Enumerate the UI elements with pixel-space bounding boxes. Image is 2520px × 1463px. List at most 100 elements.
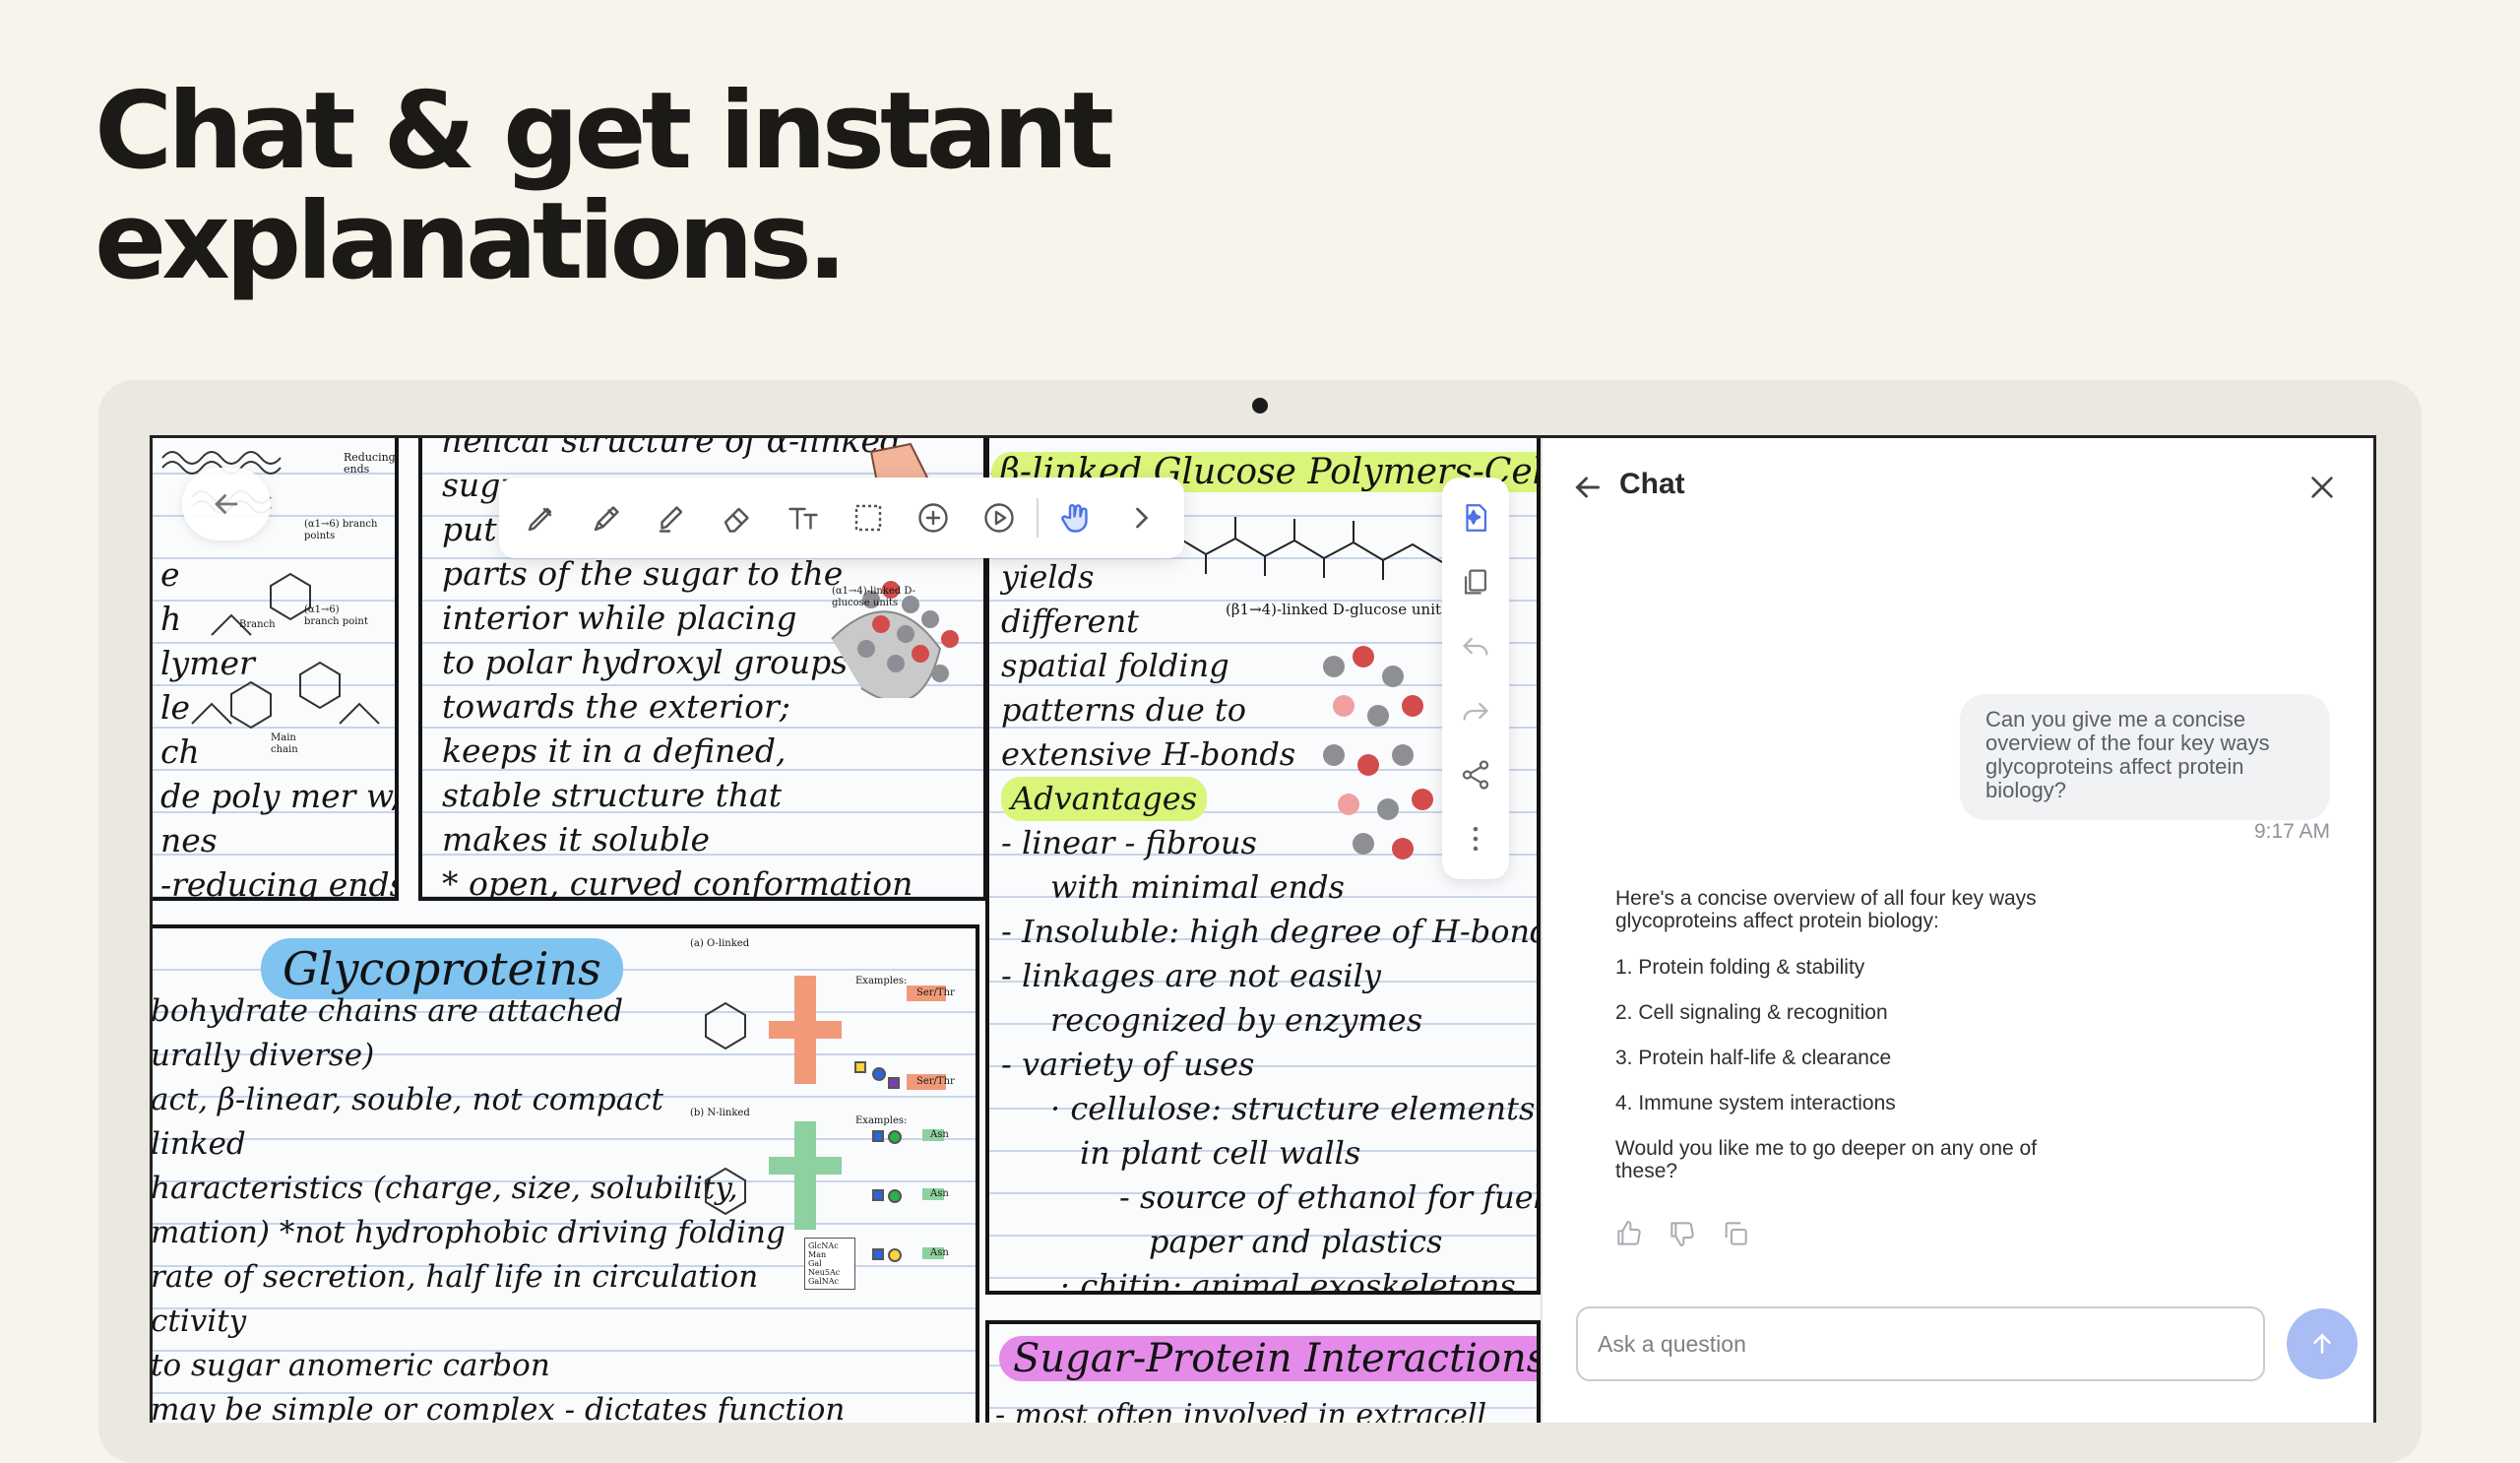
note-line: - most often involved in extracell: [995, 1398, 1487, 1423]
note-line: Advantages: [1001, 777, 1208, 821]
note-line: keeps it in a defined,: [442, 732, 787, 770]
assistant-point: 2. Cell signaling & recognition: [1615, 1001, 1888, 1024]
headline-line-1: Chat & get instant: [94, 70, 1114, 193]
page-actions-rail: [1442, 477, 1509, 879]
note-line: - linkages are not easily: [1001, 957, 1381, 994]
legend-item: Gal: [808, 1259, 822, 1268]
note-text-top-left: e h lymer le ch de poly mer w/ nes -redu…: [160, 552, 399, 897]
note-card-interactions: Sugar-Protein Interactions - most often …: [985, 1320, 1541, 1423]
diagram-label-o-linked: (a) O-linked: [690, 938, 750, 949]
note-line: in plant cell walls: [1080, 1134, 1361, 1172]
headline-line-2: explanations.: [94, 180, 848, 303]
note-line: e: [160, 555, 180, 594]
play-tool-button[interactable]: [972, 490, 1027, 545]
assistant-point: 3. Protein half-life & clearance: [1615, 1047, 1892, 1069]
diagram-label-asn-1: Asn: [930, 1129, 949, 1140]
arrow-left-icon: [215, 494, 238, 514]
diagram-label-reducing-ends: Reducing ends: [344, 451, 396, 476]
pen-icon: [528, 507, 552, 532]
lasso-select-icon: [854, 504, 882, 532]
pencil-tool-button[interactable]: [580, 490, 635, 545]
note-line: makes it soluble: [442, 820, 711, 859]
diagram-label-asn-2: Asn: [930, 1188, 949, 1199]
note-line: to sugar anomeric carbon: [153, 1348, 550, 1383]
note-line: · chitin: animal exoskeletons: [1060, 1267, 1516, 1295]
eraser-icon: [724, 507, 749, 533]
assistant-point: 4. Immune system interactions: [1615, 1092, 1896, 1114]
notes-back-button[interactable]: [182, 468, 271, 541]
assistant-message: Here's a concise overview of all four ke…: [1615, 887, 2088, 1206]
note-line: * open, curved conformation: [442, 864, 914, 901]
note-line: h: [160, 600, 182, 638]
legend-item: Neu5Ac: [808, 1268, 841, 1277]
thumbs-up-icon[interactable]: [1613, 1218, 1645, 1249]
undo-icon[interactable]: [1459, 629, 1492, 663]
ask-question-input[interactable]: [1576, 1306, 2265, 1381]
message-feedback-actions: [1613, 1218, 1751, 1249]
play-circle-icon: [983, 503, 1014, 533]
legend-item: GlcNAc: [808, 1241, 839, 1250]
diagram-label-asn-3: Asn: [930, 1247, 949, 1258]
hand-pointer-icon: [1061, 504, 1089, 533]
camera-dot: [1252, 398, 1268, 413]
eraser-tool-button[interactable]: [710, 490, 765, 545]
note-line: - variety of uses: [1001, 1046, 1255, 1083]
plus-circle-icon: [918, 503, 949, 533]
diagram-label-ser-thr-1: Ser/Thr: [916, 987, 955, 998]
page-headline: Chat & get instant explanations.: [94, 70, 1114, 303]
highlighter-tool-button[interactable]: [645, 490, 700, 545]
note-line: ch: [160, 732, 200, 771]
assistant-intro: Here's a concise overview of all four ke…: [1615, 887, 2037, 932]
ai-document-icon[interactable]: [1459, 501, 1492, 535]
redo-icon[interactable]: [1459, 694, 1492, 728]
drawing-toolbar: [499, 477, 1184, 558]
assistant-followup: Would you like me to go deeper on any on…: [1615, 1137, 2038, 1182]
arrow-left-icon[interactable]: [1570, 470, 1606, 505]
note-line: stable structure that: [442, 776, 783, 814]
note-text-interactions: - most often involved in extracell: [995, 1393, 1486, 1423]
note-line: paper and plastics: [1149, 1223, 1443, 1260]
notes-canvas[interactable]: Reducing ends (α1→6) branch points Branc…: [153, 438, 1541, 1423]
arrow-up-icon: [2313, 1333, 2331, 1354]
copy-icon[interactable]: [1720, 1218, 1751, 1249]
interactions-title: Sugar-Protein Interactions: [999, 1336, 1537, 1381]
diagram-label-branch-points: (α1→6) branch points: [304, 519, 378, 541]
lasso-tool-button[interactable]: [841, 490, 896, 545]
more-vertical-icon[interactable]: [1459, 822, 1492, 856]
thumbs-down-icon[interactable]: [1667, 1218, 1698, 1249]
note-line: - Insoluble: high degree of H-bonds: [1001, 913, 1541, 950]
hand-tool-button[interactable]: [1048, 490, 1103, 545]
message-timestamp: 9:17 AM: [2253, 820, 2330, 843]
pencil-icon: [594, 506, 619, 532]
pen-tool-button[interactable]: [514, 490, 569, 545]
diagram-label-n-linked: (b) N-linked: [690, 1108, 750, 1118]
add-tool-button[interactable]: [906, 490, 961, 545]
chat-panel: Chat Can you give me a concise overview …: [1541, 438, 2373, 1423]
note-line: nes: [160, 821, 218, 859]
diagram-label-ser-thr-2: Ser/Thr: [916, 1076, 955, 1087]
text-icon: [788, 507, 818, 530]
note-line: - source of ethanol for fuel: [1119, 1178, 1541, 1216]
sugar-legend-box: GlcNAc Man Gal Neu5Ac GalNAc: [804, 1238, 855, 1290]
legend-item: GalNAc: [808, 1277, 839, 1286]
note-line: recognized by enzymes: [1050, 1001, 1423, 1039]
note-line: de poly mer w/: [160, 777, 399, 815]
toolbar-divider: [1037, 498, 1040, 538]
diagram-label-alpha-linked: (α1→4)-linked D-glucose units: [832, 586, 916, 608]
note-card-glycoproteins: Glycoproteins bohydrate chains are attac…: [153, 924, 979, 1423]
note-line: · cellulose: structure elements: [1050, 1090, 1536, 1127]
send-button[interactable]: [2287, 1308, 2358, 1379]
more-tools-button[interactable]: [1114, 490, 1169, 545]
copy-page-icon[interactable]: [1459, 565, 1492, 599]
app-screen: Reducing ends (α1→6) branch points Branc…: [150, 435, 2376, 1423]
share-icon[interactable]: [1459, 758, 1492, 792]
chat-header: Chat: [1543, 438, 2373, 537]
note-line: le: [160, 688, 191, 727]
assistant-points-list: 1. Protein folding & stability 2. Cell s…: [1615, 956, 2088, 1114]
text-tool-button[interactable]: [776, 490, 831, 545]
user-message-bubble: Can you give me a concise overview of th…: [1960, 694, 2330, 820]
close-icon[interactable]: [2306, 472, 2338, 503]
chevron-right-icon: [1135, 507, 1149, 529]
highlighter-icon: [659, 506, 683, 533]
note-line: lymer: [160, 644, 255, 682]
